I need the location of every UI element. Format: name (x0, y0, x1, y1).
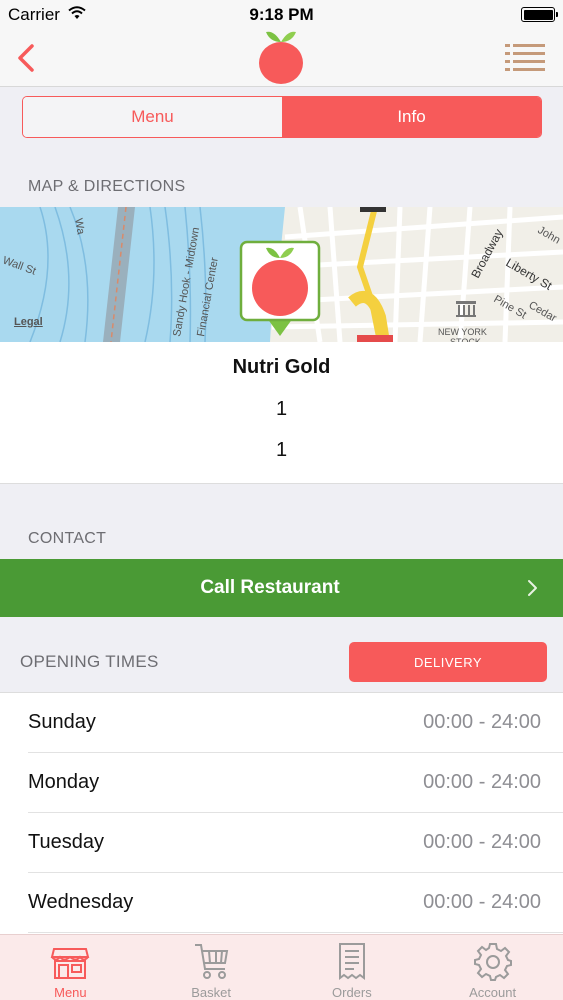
segment-info[interactable]: Info (282, 97, 541, 137)
address-line-2: 1 (275, 439, 288, 461)
menu-list-button[interactable] (505, 42, 545, 74)
apple-logo (259, 31, 303, 84)
hours-range: 00:00 - 24:00 (423, 771, 541, 793)
map-legal-link[interactable]: Legal (14, 316, 43, 328)
svg-text:NEW YORK: NEW YORK (438, 327, 487, 337)
restaurant-info-card: Nutri Gold 1 1 (0, 342, 563, 484)
cart-icon (195, 944, 229, 979)
hours-day: Tuesday (28, 831, 104, 853)
tab-basket[interactable]: Basket (141, 935, 282, 1000)
nav-bar (0, 30, 563, 87)
address-line-1: 1 (275, 398, 288, 420)
map-directions-header: MAP & DIRECTIONS (28, 178, 186, 195)
tab-orders-label: Orders (332, 985, 372, 1000)
hours-range: 00:00 - 24:00 (423, 711, 541, 733)
tab-menu[interactable]: Menu (0, 935, 141, 1000)
chevron-left-icon (18, 44, 34, 72)
map-pin-icon[interactable] (239, 240, 321, 340)
hours-row: Tuesday 00:00 - 24:00 (0, 813, 563, 873)
back-button[interactable] (10, 40, 46, 76)
tab-bar: Menu Basket Orders Account (0, 934, 563, 1000)
segment-menu[interactable]: Menu (23, 97, 282, 137)
status-bar: Carrier 9:18 PM (0, 0, 563, 30)
delivery-button[interactable]: DELIVERY (349, 642, 547, 682)
call-restaurant-button[interactable]: Call Restaurant (0, 559, 563, 617)
opening-times-header: OPENING TIMES (20, 652, 159, 671)
tab-menu-label: Menu (54, 985, 87, 1000)
call-restaurant-label: Call Restaurant (200, 577, 340, 598)
contact-header: CONTACT (28, 530, 107, 547)
battery-icon (521, 7, 558, 22)
hours-range: 00:00 - 24:00 (423, 831, 541, 853)
tab-orders[interactable]: Orders (282, 935, 423, 1000)
hours-day: Monday (28, 771, 100, 793)
receipt-icon (338, 943, 365, 980)
menu-info-segmented-control: Menu Info (22, 96, 542, 138)
opening-hours-list: Sunday 00:00 - 24:00 Monday 00:00 - 24:0… (0, 692, 563, 934)
hours-row: Wednesday 00:00 - 24:00 (0, 873, 563, 933)
tab-account-label: Account (469, 985, 517, 1000)
gear-icon (473, 943, 512, 981)
tab-account[interactable]: Account (422, 935, 563, 1000)
hours-range: 00:00 - 24:00 (423, 891, 541, 913)
hours-row: Sunday 00:00 - 24:00 (0, 693, 563, 753)
tab-basket-label: Basket (191, 985, 231, 1000)
chevron-right-icon (528, 580, 537, 596)
restaurant-name: Nutri Gold (232, 356, 331, 378)
hours-row: Monday 00:00 - 24:00 (0, 753, 563, 813)
status-time: 9:18 PM (249, 5, 314, 24)
store-icon (51, 948, 90, 979)
list-icon (505, 44, 545, 71)
hours-day: Sunday (28, 711, 96, 733)
hours-day: Wednesday (28, 891, 134, 913)
map-view[interactable]: Wall St Wa Sandy Hook - Midtown Financia… (0, 207, 563, 342)
